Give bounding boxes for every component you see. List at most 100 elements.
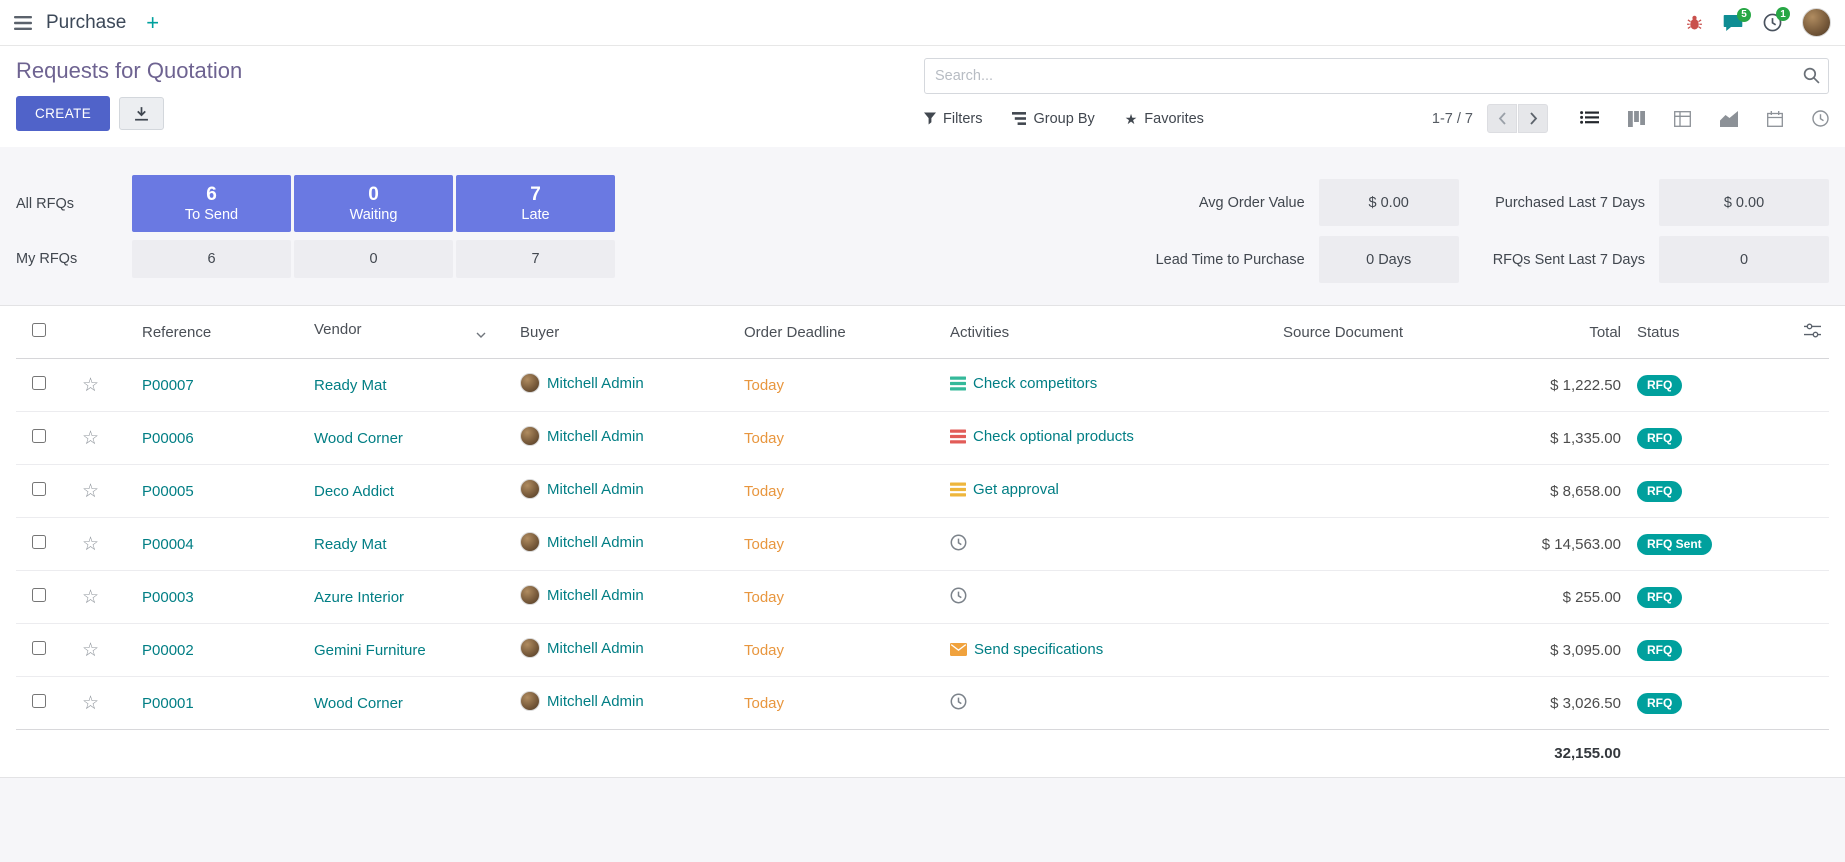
purchased-last-7-days-label: Purchased Last 7 Days [1495, 195, 1645, 211]
download-icon [134, 106, 149, 121]
view-activity-button[interactable] [1812, 110, 1829, 127]
table-row[interactable]: ☆ P00001 Wood Corner Mitchell Admin Toda… [16, 677, 1829, 730]
favorite-star-icon[interactable]: ☆ [82, 693, 99, 714]
favorite-star-icon[interactable]: ☆ [82, 534, 99, 555]
view-pivot-button[interactable] [1674, 111, 1691, 127]
optional-columns-icon[interactable] [1804, 323, 1821, 338]
header-reference[interactable]: Reference [134, 306, 306, 359]
row-checkbox[interactable] [32, 482, 46, 496]
vendor-link[interactable]: Wood Corner [314, 695, 403, 712]
vendor-link[interactable]: Deco Addict [314, 483, 394, 500]
table-row[interactable]: ☆ P00003 Azure Interior Mitchell Admin T… [16, 571, 1829, 624]
reference-link[interactable]: P00004 [142, 536, 194, 553]
reference-link[interactable]: P00007 [142, 377, 194, 394]
activity-label[interactable]: Check optional products [973, 428, 1134, 445]
vendor-link[interactable]: Wood Corner [314, 430, 403, 447]
reference-link[interactable]: P00003 [142, 589, 194, 606]
row-checkbox[interactable] [32, 535, 46, 549]
buyer-avatar [520, 426, 540, 446]
apps-menu-icon[interactable] [14, 16, 32, 30]
favorites-button[interactable]: ★ Favorites [1125, 111, 1204, 127]
row-checkbox[interactable] [32, 694, 46, 708]
favorite-star-icon[interactable]: ☆ [82, 481, 99, 502]
buyer-link[interactable]: Mitchell Admin [547, 375, 644, 392]
search-input[interactable] [924, 58, 1829, 94]
activity-label[interactable]: Check competitors [973, 375, 1097, 392]
buyer-link[interactable]: Mitchell Admin [547, 587, 644, 604]
buyer-link[interactable]: Mitchell Admin [547, 693, 644, 710]
tasks-activity-icon[interactable] [950, 482, 966, 497]
purchased-last-7-days[interactable]: $ 0.00 [1659, 179, 1829, 226]
search-bar[interactable] [924, 58, 1829, 94]
tasks-activity-icon[interactable] [950, 429, 966, 444]
favorite-star-icon[interactable]: ☆ [82, 428, 99, 449]
table-row[interactable]: ☆ P00004 Ready Mat Mitchell Admin Today … [16, 518, 1829, 571]
debug-bug-icon[interactable] [1686, 14, 1703, 31]
view-kanban-button[interactable] [1628, 111, 1645, 127]
header-status[interactable]: Status [1629, 306, 1774, 359]
row-checkbox[interactable] [32, 588, 46, 602]
my-late[interactable]: 7 [456, 240, 615, 278]
avg-order-value[interactable]: $ 0.00 [1319, 179, 1459, 226]
create-button[interactable]: CREATE [16, 96, 110, 131]
reference-link[interactable]: P00002 [142, 642, 194, 659]
vendor-link[interactable]: Ready Mat [314, 536, 387, 553]
table-row[interactable]: ☆ P00007 Ready Mat Mitchell Admin Today … [16, 359, 1829, 412]
header-order-deadline[interactable]: Order Deadline [736, 306, 942, 359]
favorite-star-icon[interactable]: ☆ [82, 375, 99, 396]
vendor-link[interactable]: Ready Mat [314, 377, 387, 394]
pager-previous-button[interactable] [1487, 104, 1517, 133]
clock-activity-icon[interactable] [950, 587, 967, 604]
activities-clock-icon[interactable]: 1 [1763, 13, 1782, 32]
buyer-link[interactable]: Mitchell Admin [547, 640, 644, 657]
favorite-star-icon[interactable]: ☆ [82, 640, 99, 661]
my-waiting[interactable]: 0 [294, 240, 453, 278]
filters-button[interactable]: Filters [924, 111, 982, 127]
tile-to-send[interactable]: 6 To Send [132, 175, 291, 232]
clock-activity-icon[interactable] [950, 693, 967, 710]
favorite-star-icon[interactable]: ☆ [82, 587, 99, 608]
buyer-link[interactable]: Mitchell Admin [547, 534, 644, 551]
rfqs-sent-last-7-days[interactable]: 0 [1659, 236, 1829, 283]
messages-icon[interactable]: 5 [1723, 14, 1743, 32]
pager-next-button[interactable] [1518, 104, 1548, 133]
header-source-document[interactable]: Source Document [1275, 306, 1457, 359]
row-checkbox[interactable] [32, 429, 46, 443]
reference-link[interactable]: P00006 [142, 430, 194, 447]
group-by-button[interactable]: Group By [1012, 111, 1094, 127]
buyer-link[interactable]: Mitchell Admin [547, 428, 644, 445]
total-amount: $ 14,563.00 [1542, 536, 1621, 553]
search-icon[interactable] [1803, 67, 1820, 88]
tasks-activity-icon[interactable] [950, 376, 966, 391]
table-row[interactable]: ☆ P00006 Wood Corner Mitchell Admin Toda… [16, 412, 1829, 465]
row-checkbox[interactable] [32, 376, 46, 390]
table-row[interactable]: ☆ P00005 Deco Addict Mitchell Admin Toda… [16, 465, 1829, 518]
lead-time-to-purchase[interactable]: 0 Days [1319, 236, 1459, 283]
import-button[interactable] [119, 97, 164, 130]
vendor-link[interactable]: Azure Interior [314, 589, 404, 606]
new-tab-plus-icon[interactable]: + [146, 12, 159, 34]
reference-link[interactable]: P00001 [142, 695, 194, 712]
clock-activity-icon[interactable] [950, 534, 967, 551]
header-buyer[interactable]: Buyer [512, 306, 736, 359]
vendor-link[interactable]: Gemini Furniture [314, 642, 426, 659]
view-graph-button[interactable] [1720, 111, 1738, 127]
tile-waiting[interactable]: 0 Waiting [294, 175, 453, 232]
table-row[interactable]: ☆ P00002 Gemini Furniture Mitchell Admin… [16, 624, 1829, 677]
view-calendar-button[interactable] [1767, 111, 1783, 127]
header-total[interactable]: Total [1457, 306, 1629, 359]
my-to-send[interactable]: 6 [132, 240, 291, 278]
select-all-checkbox[interactable] [32, 323, 46, 337]
row-checkbox[interactable] [32, 641, 46, 655]
activity-label[interactable]: Get approval [973, 481, 1059, 498]
activity-label[interactable]: Send specifications [974, 641, 1103, 658]
buyer-link[interactable]: Mitchell Admin [547, 481, 644, 498]
envelope-activity-icon[interactable] [950, 643, 967, 656]
app-name[interactable]: Purchase [46, 12, 126, 34]
header-vendor[interactable]: Vendor [306, 306, 512, 359]
header-activities[interactable]: Activities [942, 306, 1275, 359]
view-list-button[interactable] [1580, 111, 1599, 127]
reference-link[interactable]: P00005 [142, 483, 194, 500]
tile-late[interactable]: 7 Late [456, 175, 615, 232]
user-avatar[interactable] [1802, 8, 1831, 37]
